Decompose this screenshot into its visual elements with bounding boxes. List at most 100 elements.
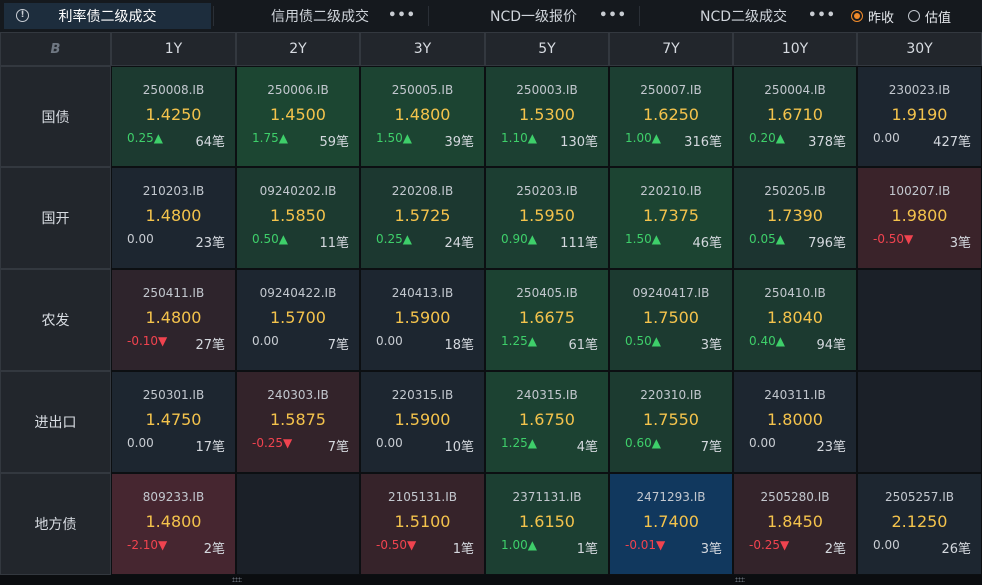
quote-cell[interactable]: 09240417.IB 1.7500 0.50▲ 3笔 [609,269,733,371]
quote-cell[interactable]: 100207.IB 1.9800 -0.50▼ 3笔 [857,167,982,269]
quote-cell[interactable]: 220310.IB 1.7550 0.60▲ 7笔 [609,371,733,473]
bond-code: 250410.IB [764,286,826,300]
row-header[interactable]: 国债 [0,66,111,167]
column-header-label: 1Y [164,41,183,57]
row-header[interactable]: 地方债 [0,473,111,575]
radio-valuation[interactable] [908,10,921,22]
price-basis-radio-group: 昨收 估值 [851,7,965,26]
quote-cell[interactable]: 250006.IB 1.4500 1.75▲ 59笔 [236,66,360,167]
column-header-5y[interactable]: 5Y [485,32,609,66]
yield-change: 0.00 [873,131,900,145]
column-header-label: 5Y [538,41,556,57]
quote-cell[interactable]: 2105131.IB 1.5100 -0.50▼ 1笔 [360,473,485,575]
yield-change: -0.25▼ [252,436,293,450]
bottom-resize-bar [0,575,982,585]
quote-cell[interactable]: 09240202.IB 1.5850 0.50▲ 11笔 [236,167,360,269]
yield-change: 0.40▲ [749,334,785,348]
quote-cell[interactable]: 240315.IB 1.6750 1.25▲ 4笔 [485,371,609,473]
column-header-30y[interactable]: 30Y [857,32,982,66]
quote-cell[interactable]: 2505280.IB 1.8450 -0.25▼ 2笔 [733,473,857,575]
tab-ncd-primary-quote[interactable]: NCD一级报价 ••• [430,3,637,29]
column-header-2y[interactable]: 2Y [236,32,360,66]
quote-cell[interactable]: 250008.IB 1.4250 0.25▲ 64笔 [111,66,236,167]
quote-cell[interactable]: 250004.IB 1.6710 0.20▲ 378笔 [733,66,857,167]
quote-cell[interactable]: 809233.IB 1.4800 -2.10▼ 2笔 [111,473,236,575]
more-icon[interactable]: ••• [808,8,836,23]
yield-change: 0.00 [873,538,900,552]
tab-ncd-secondary[interactable]: NCD二级成交 ••• [641,3,846,29]
yield-change: 1.50▲ [376,131,412,145]
bond-code: 240315.IB [516,388,578,402]
trade-count: 130笔 [560,135,598,150]
quote-cell[interactable]: 09240422.IB 1.5700 0.00 7笔 [236,269,360,371]
quote-cell[interactable]: 250205.IB 1.7390 0.05▲ 796笔 [733,167,857,269]
quote-cell[interactable]: 220210.IB 1.7375 1.50▲ 46笔 [609,167,733,269]
bond-code: 250205.IB [764,184,826,198]
bond-code: 240413.IB [391,286,454,300]
yield-price: 1.8450 [767,512,823,531]
bond-code: 250301.IB [142,388,205,402]
quote-cell[interactable]: 250007.IB 1.6250 1.00▲ 316笔 [609,66,733,167]
tab-rate-bond-secondary[interactable]: ! 利率债二级成交 [4,3,211,29]
quote-cell[interactable]: 250405.IB 1.6675 1.25▲ 61笔 [485,269,609,371]
yield-price: 1.4800 [145,206,202,225]
bond-code: 2105131.IB [387,490,458,504]
quote-cell[interactable]: 2371131.IB 1.6150 1.00▲ 1笔 [485,473,609,575]
row-header-label: 进出口 [34,415,77,431]
row-header[interactable]: 国开 [0,167,111,269]
bond-code: 220310.IB [640,388,702,402]
bond-code: 809233.IB [142,490,205,504]
radio-prev-close[interactable] [851,10,863,22]
column-header-10y[interactable]: 10Y [733,32,857,66]
yield-price: 1.6150 [519,512,575,531]
quote-cell[interactable]: 250203.IB 1.5950 0.90▲ 111笔 [485,167,609,269]
bond-code: 100207.IB [888,184,951,198]
trade-count: 23笔 [816,440,846,455]
yield-price: 1.5725 [394,206,451,225]
trade-count: 1笔 [452,542,474,557]
quote-cell[interactable]: 240311.IB 1.8000 0.00 23笔 [733,371,857,473]
yield-price: 1.7390 [767,206,823,225]
yield-price: 1.7400 [643,512,699,531]
quote-cell[interactable]: 220315.IB 1.5900 0.00 10笔 [360,371,485,473]
yield-change: -2.10▼ [127,538,168,552]
resize-grip-icon[interactable] [735,577,745,582]
yield-change: 1.00▲ [625,131,661,145]
row-header[interactable]: 进出口 [0,371,111,473]
quote-cell[interactable]: 240303.IB 1.5875 -0.25▼ 7笔 [236,371,360,473]
trade-count: 1笔 [576,542,598,557]
quote-cell[interactable]: 2505257.IB 2.1250 0.00 26笔 [857,473,982,575]
tab-credit-bond-secondary[interactable]: 信用债二级成交 ••• [214,3,426,29]
quote-cell[interactable]: 250411.IB 1.4800 -0.10▼ 27笔 [111,269,236,371]
more-icon[interactable]: ••• [599,8,627,23]
trade-count: 2笔 [203,542,225,557]
column-header-3y[interactable]: 3Y [360,32,485,66]
quote-cell[interactable]: 250005.IB 1.4800 1.50▲ 39笔 [360,66,485,167]
yield-change: -0.50▼ [873,232,914,246]
quote-cell[interactable]: 2471293.IB 1.7400 -0.01▼ 3笔 [609,473,733,575]
bond-code: 250007.IB [640,83,702,97]
bond-code: 09240202.IB [259,184,337,198]
bond-code: 2505280.IB [760,490,830,504]
tab-divider [428,6,429,26]
quote-cell[interactable]: 210203.IB 1.4800 0.00 23笔 [111,167,236,269]
column-header-1y[interactable]: 1Y [111,32,236,66]
trade-count: 7笔 [700,440,722,455]
yield-price: 1.6710 [767,105,823,124]
quote-cell[interactable]: 240413.IB 1.5900 0.00 18笔 [360,269,485,371]
quote-cell[interactable]: 250003.IB 1.5300 1.10▲ 130笔 [485,66,609,167]
row-header-label: 农发 [41,313,70,329]
column-header-7y[interactable]: 7Y [609,32,733,66]
more-icon[interactable]: ••• [388,8,416,23]
trade-count: 23笔 [195,236,225,251]
tab-bar: ! 利率债二级成交 信用债二级成交 ••• NCD一级报价 ••• NCD二级成… [0,0,982,32]
resize-grip-icon[interactable] [232,577,242,582]
bond-code: 240311.IB [764,388,826,402]
row-header[interactable]: 农发 [0,269,111,371]
quote-cell[interactable]: 250410.IB 1.8040 0.40▲ 94笔 [733,269,857,371]
yield-price: 1.5900 [394,308,451,327]
bond-icon: B [50,41,61,57]
quote-cell[interactable]: 250301.IB 1.4750 0.00 17笔 [111,371,236,473]
quote-cell[interactable]: 220208.IB 1.5725 0.25▲ 24笔 [360,167,485,269]
quote-cell[interactable]: 230023.IB 1.9190 0.00 427笔 [857,66,982,167]
